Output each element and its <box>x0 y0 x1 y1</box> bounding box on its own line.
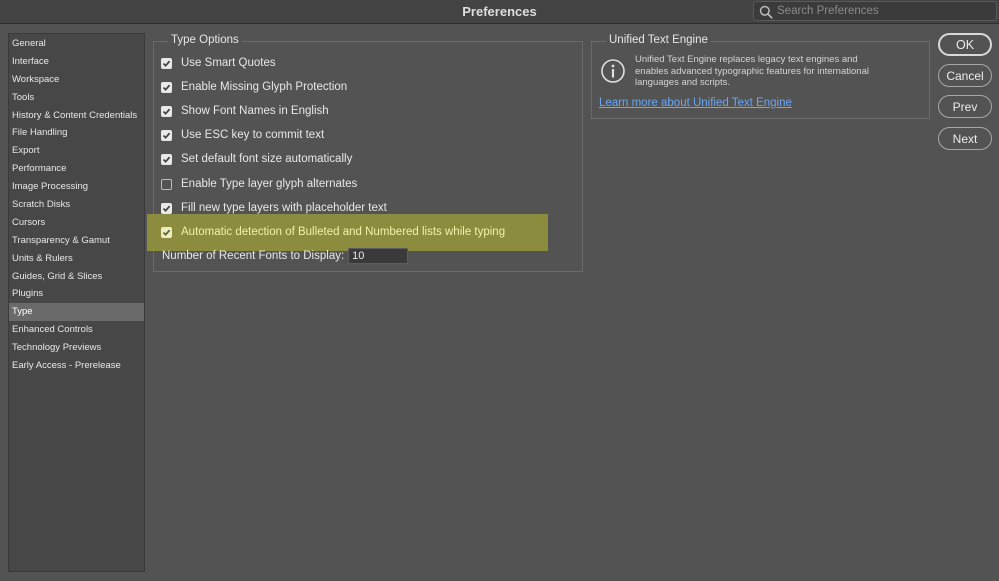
auto-list-detection-checkbox[interactable] <box>161 226 172 238</box>
default-font-size-label: Set default font size automatically <box>181 153 353 165</box>
option-font-names-english[interactable]: Show Font Names in English <box>161 103 329 119</box>
font-names-english-checkbox[interactable] <box>161 105 172 117</box>
sidebar-item-tools[interactable]: Tools <box>9 89 144 107</box>
unified-text-engine-group: Unified Text Engine Unified Text Engine … <box>591 34 930 119</box>
esc-commit-checkbox[interactable] <box>161 129 172 141</box>
sidebar-item-type[interactable]: Type <box>9 303 144 322</box>
font-names-english-label: Show Font Names in English <box>181 105 329 117</box>
sidebar-item-workspace[interactable]: Workspace <box>9 71 144 89</box>
recent-fonts-input[interactable] <box>348 248 409 264</box>
sidebar-item-history[interactable]: History & Content Credentials <box>9 107 144 125</box>
auto-list-detection-label: Automatic detection of Bulleted and Numb… <box>181 226 506 238</box>
placeholder-text-label: Fill new type layers with placeholder te… <box>181 202 387 214</box>
sidebar-item-plugins[interactable]: Plugins <box>9 285 144 303</box>
esc-commit-label: Use ESC key to commit text <box>181 129 325 141</box>
cancel-button[interactable]: Cancel <box>938 64 992 87</box>
search-icon <box>759 5 773 19</box>
preferences-sidebar: General Interface Workspace Tools Histor… <box>8 33 145 572</box>
sidebar-item-interface[interactable]: Interface <box>9 53 144 71</box>
option-default-font-size[interactable]: Set default font size automatically <box>161 151 352 167</box>
sidebar-item-export[interactable]: Export <box>9 142 144 160</box>
unified-text-engine-title: Unified Text Engine <box>606 34 711 46</box>
next-button[interactable]: Next <box>938 127 992 150</box>
smart-quotes-checkbox[interactable] <box>161 57 172 69</box>
glyph-alternates-label: Enable Type layer glyph alternates <box>181 178 358 190</box>
default-font-size-checkbox[interactable] <box>161 153 172 165</box>
option-esc-commit[interactable]: Use ESC key to commit text <box>161 127 324 143</box>
sidebar-item-image-processing[interactable]: Image Processing <box>9 178 144 196</box>
search-input[interactable] <box>777 2 992 20</box>
sidebar-item-guides[interactable]: Guides, Grid & Slices <box>9 268 144 286</box>
option-auto-list-detection[interactable]: Automatic detection of Bulleted and Numb… <box>161 224 505 240</box>
option-placeholder-text[interactable]: Fill new type layers with placeholder te… <box>161 200 387 216</box>
glyph-alternates-checkbox[interactable] <box>161 178 172 190</box>
info-icon <box>601 59 625 83</box>
placeholder-text-checkbox[interactable] <box>161 202 172 214</box>
ok-button[interactable]: OK <box>938 33 992 56</box>
type-options-group: Type Options Use Smart Quotes Enable Mis… <box>147 34 583 272</box>
preferences-window: Preferences General Interface Workspace … <box>0 0 999 581</box>
missing-glyph-checkbox[interactable] <box>161 81 172 93</box>
sidebar-item-units-rulers[interactable]: Units & Rulers <box>9 250 144 268</box>
sidebar-item-enhanced-controls[interactable]: Enhanced Controls <box>9 321 144 339</box>
smart-quotes-label: Use Smart Quotes <box>181 57 276 69</box>
sidebar-item-general[interactable]: General <box>9 35 144 53</box>
option-smart-quotes[interactable]: Use Smart Quotes <box>161 55 276 71</box>
sidebar-item-technology-previews[interactable]: Technology Previews <box>9 339 144 357</box>
title-bar: Preferences <box>0 0 999 24</box>
missing-glyph-label: Enable Missing Glyph Protection <box>181 81 348 93</box>
sidebar-item-cursors[interactable]: Cursors <box>9 214 144 232</box>
sidebar-item-early-access[interactable]: Early Access - Prerelease <box>9 357 144 375</box>
sidebar-item-file-handling[interactable]: File Handling <box>9 124 144 142</box>
recent-fonts-label: Number of Recent Fonts to Display: <box>162 250 345 262</box>
recent-fonts-row: Number of Recent Fonts to Display: <box>162 248 409 264</box>
type-options-title: Type Options <box>168 34 242 46</box>
learn-more-link[interactable]: Learn more about Unified Text Engine <box>599 97 792 109</box>
search-box[interactable] <box>753 1 997 21</box>
sidebar-item-performance[interactable]: Performance <box>9 160 144 178</box>
sidebar-item-scratch-disks[interactable]: Scratch Disks <box>9 196 144 214</box>
option-glyph-alternates[interactable]: Enable Type layer glyph alternates <box>161 176 357 192</box>
unified-text-engine-description: Unified Text Engine replaces legacy text… <box>635 54 869 89</box>
prev-button[interactable]: Prev <box>938 95 992 118</box>
sidebar-item-transparency[interactable]: Transparency & Gamut <box>9 232 144 250</box>
option-missing-glyph[interactable]: Enable Missing Glyph Protection <box>161 79 347 95</box>
